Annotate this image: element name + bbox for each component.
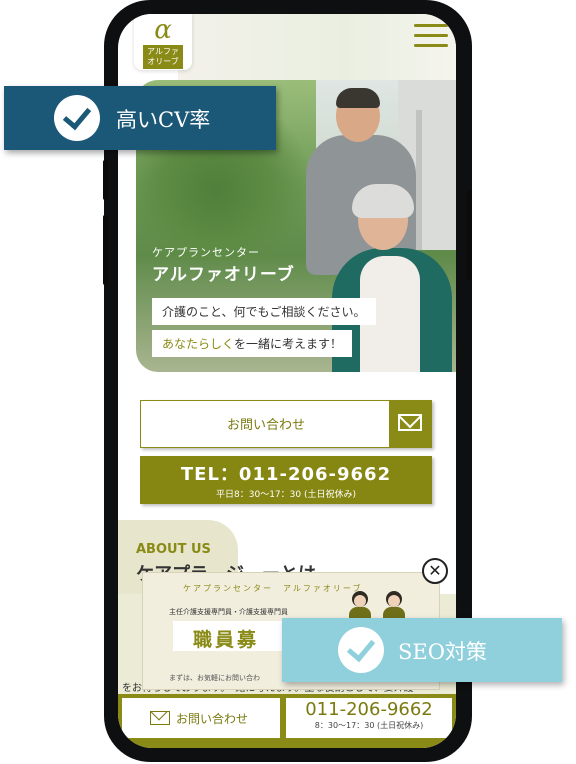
hero-tagline-2: あなたらしくを一緒に考えます！	[152, 330, 353, 357]
mail-icon	[389, 401, 431, 447]
logo-symbol: α	[154, 15, 172, 45]
recruit-header: ケアプランセンター アルファオリーブ	[183, 584, 363, 593]
tel-number: TEL：011-206-9662	[180, 464, 392, 485]
recruit-subtitle: 主任介護支援専門員・介護支援専門員	[169, 608, 288, 616]
hero-tagline-rest: を一緒に考えます！	[234, 337, 343, 351]
bottom-tel-button[interactable]: 011-206-9662 8：30〜17：30 (土日祝休み)	[286, 698, 452, 738]
hero-title: アルファオリーブ	[152, 265, 295, 285]
about-heading: ABOUT US	[136, 542, 211, 557]
contact-button[interactable]: お問い合わせ	[140, 400, 432, 448]
close-icon[interactable]: ✕	[422, 558, 448, 584]
bottom-tel-hours: 8：30〜17：30 (土日祝休み)	[314, 721, 424, 730]
bottom-contact-button[interactable]: お問い合わせ	[122, 698, 280, 738]
check-icon	[338, 627, 384, 673]
site-logo[interactable]: α アルファ オリーブ	[134, 14, 192, 70]
phone-side-button	[103, 160, 108, 200]
bottom-contact-label: お問い合わせ	[176, 712, 249, 726]
badge-high-cv: 高いCV率	[4, 86, 276, 150]
recruit-title: 職員募	[193, 629, 260, 651]
recruit-footer: まずは、お気軽にお問い合わ	[169, 674, 260, 682]
bottom-tel-number: 011-206-9662	[305, 699, 433, 720]
contact-button-label: お問い合わせ	[226, 418, 305, 433]
logo-text: アルファ オリーブ	[143, 45, 183, 69]
hero-tagline-highlight: あなたらしく	[162, 337, 235, 351]
tel-button[interactable]: TEL：011-206-9662 平日8：30〜17：30 (土日祝休み)	[140, 456, 432, 504]
hero-subtitle: ケアプランセンター	[152, 246, 260, 259]
badge-cv-label: 高いCV率	[116, 108, 211, 132]
mail-icon	[150, 711, 170, 725]
hamburger-icon[interactable]	[414, 22, 448, 48]
hero-tagline-1: 介護のこと、何でもご相談ください。	[152, 298, 376, 325]
phone-side-button	[467, 190, 472, 280]
badge-seo: SEO対策	[282, 618, 562, 682]
phone-side-button	[103, 215, 108, 285]
tel-hours: 平日8：30〜17：30 (土日祝休み)	[216, 490, 356, 500]
bottom-fixed-bar: お問い合わせ 011-206-9662 8：30〜17：30 (土日祝休み)	[118, 694, 456, 748]
badge-seo-label: SEO対策	[398, 640, 487, 664]
check-icon	[54, 95, 100, 141]
